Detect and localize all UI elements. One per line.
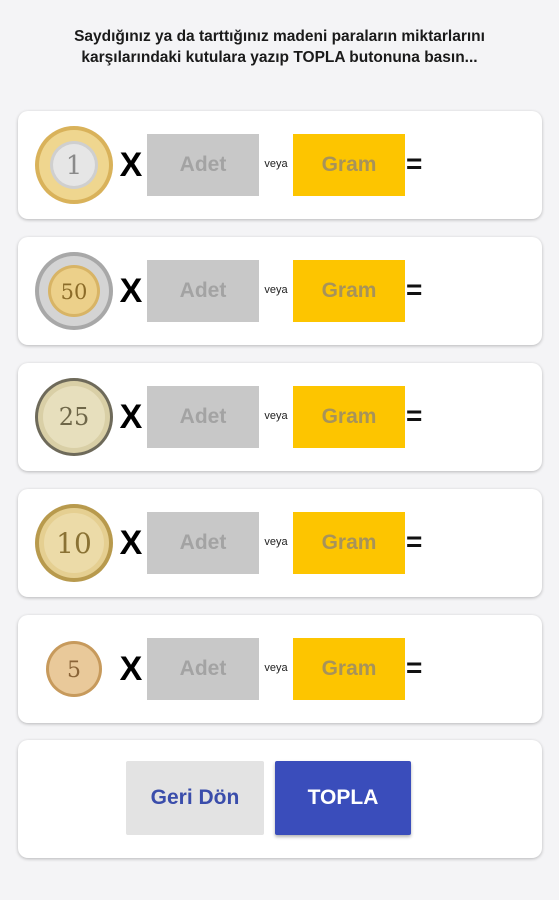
instructions: Saydığınız ya da tarttığınız madeni para…: [0, 26, 559, 68]
svg-text:5: 5: [67, 658, 81, 683]
svg-text:50: 50: [61, 280, 88, 304]
sum-button[interactable]: TOPLA: [275, 761, 411, 835]
instruction-line-2: karşılarındaki kutulara yazıp TOPLA buto…: [81, 49, 478, 66]
count-input-25-kurus[interactable]: [147, 386, 259, 448]
or-label: veya: [264, 158, 288, 170]
coin-row-50-kurus: 50 X veya =: [18, 237, 542, 345]
count-input-10-kurus[interactable]: [147, 512, 259, 574]
gram-input-1-lira[interactable]: [293, 134, 405, 196]
equals-sign: =: [406, 274, 423, 305]
count-input-5-kurus[interactable]: [147, 638, 259, 700]
or-label: veya: [264, 284, 288, 296]
count-input-1-lira[interactable]: [147, 134, 259, 196]
gram-input-50-kurus[interactable]: [293, 260, 405, 322]
coin-row-25-kurus: 25 X veya =: [18, 363, 542, 471]
svg-text:10: 10: [56, 527, 92, 560]
coin-1-lira-icon: 1: [34, 125, 114, 205]
coin-10-kurus-icon: 10: [34, 503, 114, 583]
equals-sign: =: [406, 652, 423, 683]
gram-input-5-kurus[interactable]: [293, 638, 405, 700]
or-label: veya: [264, 662, 288, 674]
or-label: veya: [264, 410, 288, 422]
equals-sign: =: [406, 148, 423, 179]
coin-5-kurus-icon: 5: [34, 629, 114, 709]
times-sign: X: [119, 650, 143, 688]
action-bar: Geri Dön TOPLA: [18, 740, 542, 858]
coin-25-kurus-icon: 25: [34, 377, 114, 457]
svg-text:25: 25: [59, 403, 90, 431]
instruction-line-1: Saydığınız ya da tarttığınız madeni para…: [74, 28, 485, 45]
svg-text:1: 1: [66, 151, 83, 181]
times-sign: X: [119, 398, 143, 436]
coin-row-5-kurus: 5 X veya =: [18, 615, 542, 723]
times-sign: X: [119, 146, 143, 184]
coin-row-1-lira: 1 X veya =: [18, 111, 542, 219]
times-sign: X: [119, 524, 143, 562]
coin-50-kurus-icon: 50: [34, 251, 114, 331]
times-sign: X: [119, 272, 143, 310]
back-button[interactable]: Geri Dön: [126, 761, 264, 835]
gram-input-10-kurus[interactable]: [293, 512, 405, 574]
gram-input-25-kurus[interactable]: [293, 386, 405, 448]
coin-row-10-kurus: 10 X veya =: [18, 489, 542, 597]
or-label: veya: [264, 536, 288, 548]
equals-sign: =: [406, 526, 423, 557]
equals-sign: =: [406, 400, 423, 431]
count-input-50-kurus[interactable]: [147, 260, 259, 322]
